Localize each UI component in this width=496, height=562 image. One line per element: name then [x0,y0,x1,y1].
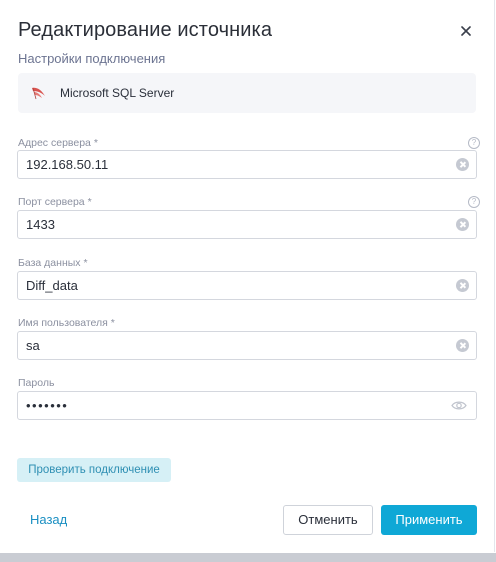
server-port-value: 1433 [26,217,55,232]
username-label: Имя пользователя * [18,317,115,329]
clear-icon[interactable] [456,218,469,231]
server-port-help-icon[interactable]: ? [468,196,480,208]
database-input[interactable]: Diff_data [17,271,477,300]
close-icon[interactable] [461,26,471,36]
clear-icon[interactable] [456,158,469,171]
password-input[interactable]: ••••••• [17,391,477,420]
server-address-value: 192.168.50.11 [26,157,109,172]
bottom-scrollbar-track [0,553,496,562]
connection-settings-heading: Настройки подключения [18,51,166,66]
username-value: sa [26,338,40,353]
apply-button[interactable]: Применить [381,505,477,535]
password-value: ••••••• [26,398,69,413]
sql-server-logo-icon [32,87,45,100]
password-label: Пароль [18,377,55,389]
database-value: Diff_data [26,278,78,293]
database-label: База данных * [18,257,88,269]
edit-source-dialog: Редактирование источника Настройки подкл… [0,0,495,552]
clear-icon[interactable] [456,339,469,352]
server-address-help-icon[interactable]: ? [468,137,480,149]
server-address-label: Адрес сервера * [18,137,98,149]
source-type-name: Microsoft SQL Server [60,86,175,100]
server-port-input[interactable]: 1433 [17,210,477,239]
clear-icon[interactable] [456,279,469,292]
eye-icon[interactable] [451,400,467,411]
server-port-label: Порт сервера * [18,196,92,208]
check-connection-button[interactable]: Проверить подключение [17,458,171,482]
cancel-button[interactable]: Отменить [283,505,373,535]
close-button[interactable] [455,20,477,42]
dialog-title: Редактирование источника [18,19,273,41]
source-type-card: Microsoft SQL Server [18,73,476,113]
back-link[interactable]: Назад [30,512,67,527]
username-input[interactable]: sa [17,331,477,360]
server-address-input[interactable]: 192.168.50.11 [17,150,477,179]
